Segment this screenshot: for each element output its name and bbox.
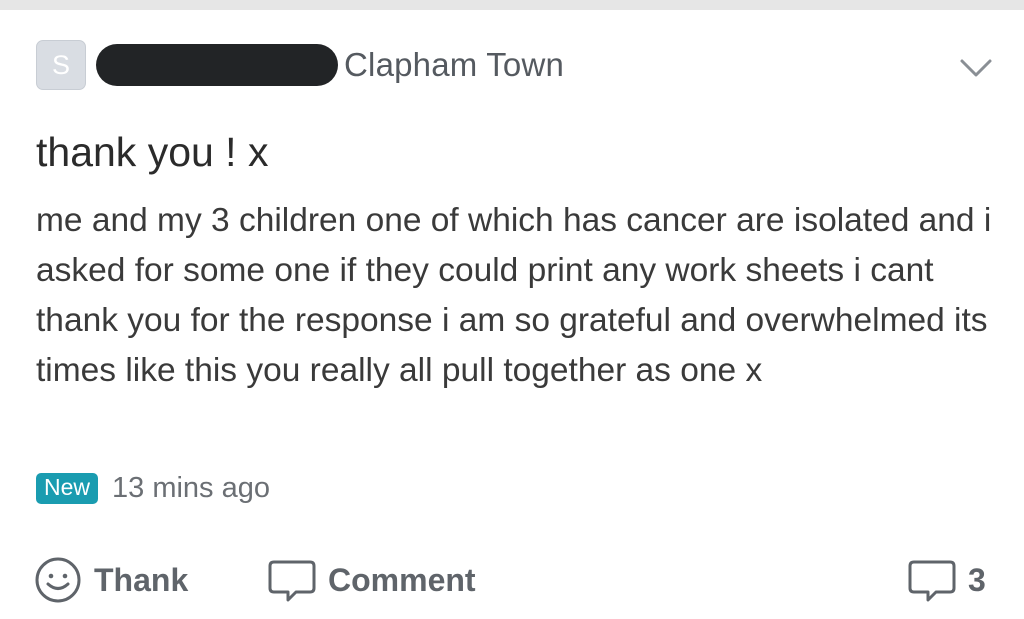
post-header: S Clapham Town (36, 38, 564, 92)
comment-count-button[interactable]: 3 (906, 552, 986, 608)
redacted-author-name (96, 44, 338, 86)
speech-bubble-icon (268, 560, 316, 602)
thank-label: Thank (94, 561, 189, 598)
new-badge: New (36, 473, 99, 504)
post-body: me and my 3 children one of which has ca… (36, 202, 992, 389)
neighbourhood-label[interactable]: Clapham Town (344, 46, 564, 84)
avatar[interactable]: S (36, 40, 86, 90)
post-title: thank you ! x (36, 129, 269, 175)
top-divider (0, 0, 1024, 10)
comment-label: Comment (328, 561, 476, 598)
speech-bubble-icon (908, 560, 956, 602)
thank-button[interactable]: Thank (32, 552, 188, 608)
smiley-icon (35, 557, 81, 603)
chevron-down-icon[interactable] (958, 56, 994, 80)
action-bar: Thank Comment 3 (30, 552, 1000, 612)
comment-button[interactable]: Comment (266, 552, 476, 608)
comment-count: 3 (968, 561, 986, 598)
post-meta: New 13 mins ago (36, 472, 270, 505)
post-timestamp: 13 mins ago (112, 472, 271, 504)
